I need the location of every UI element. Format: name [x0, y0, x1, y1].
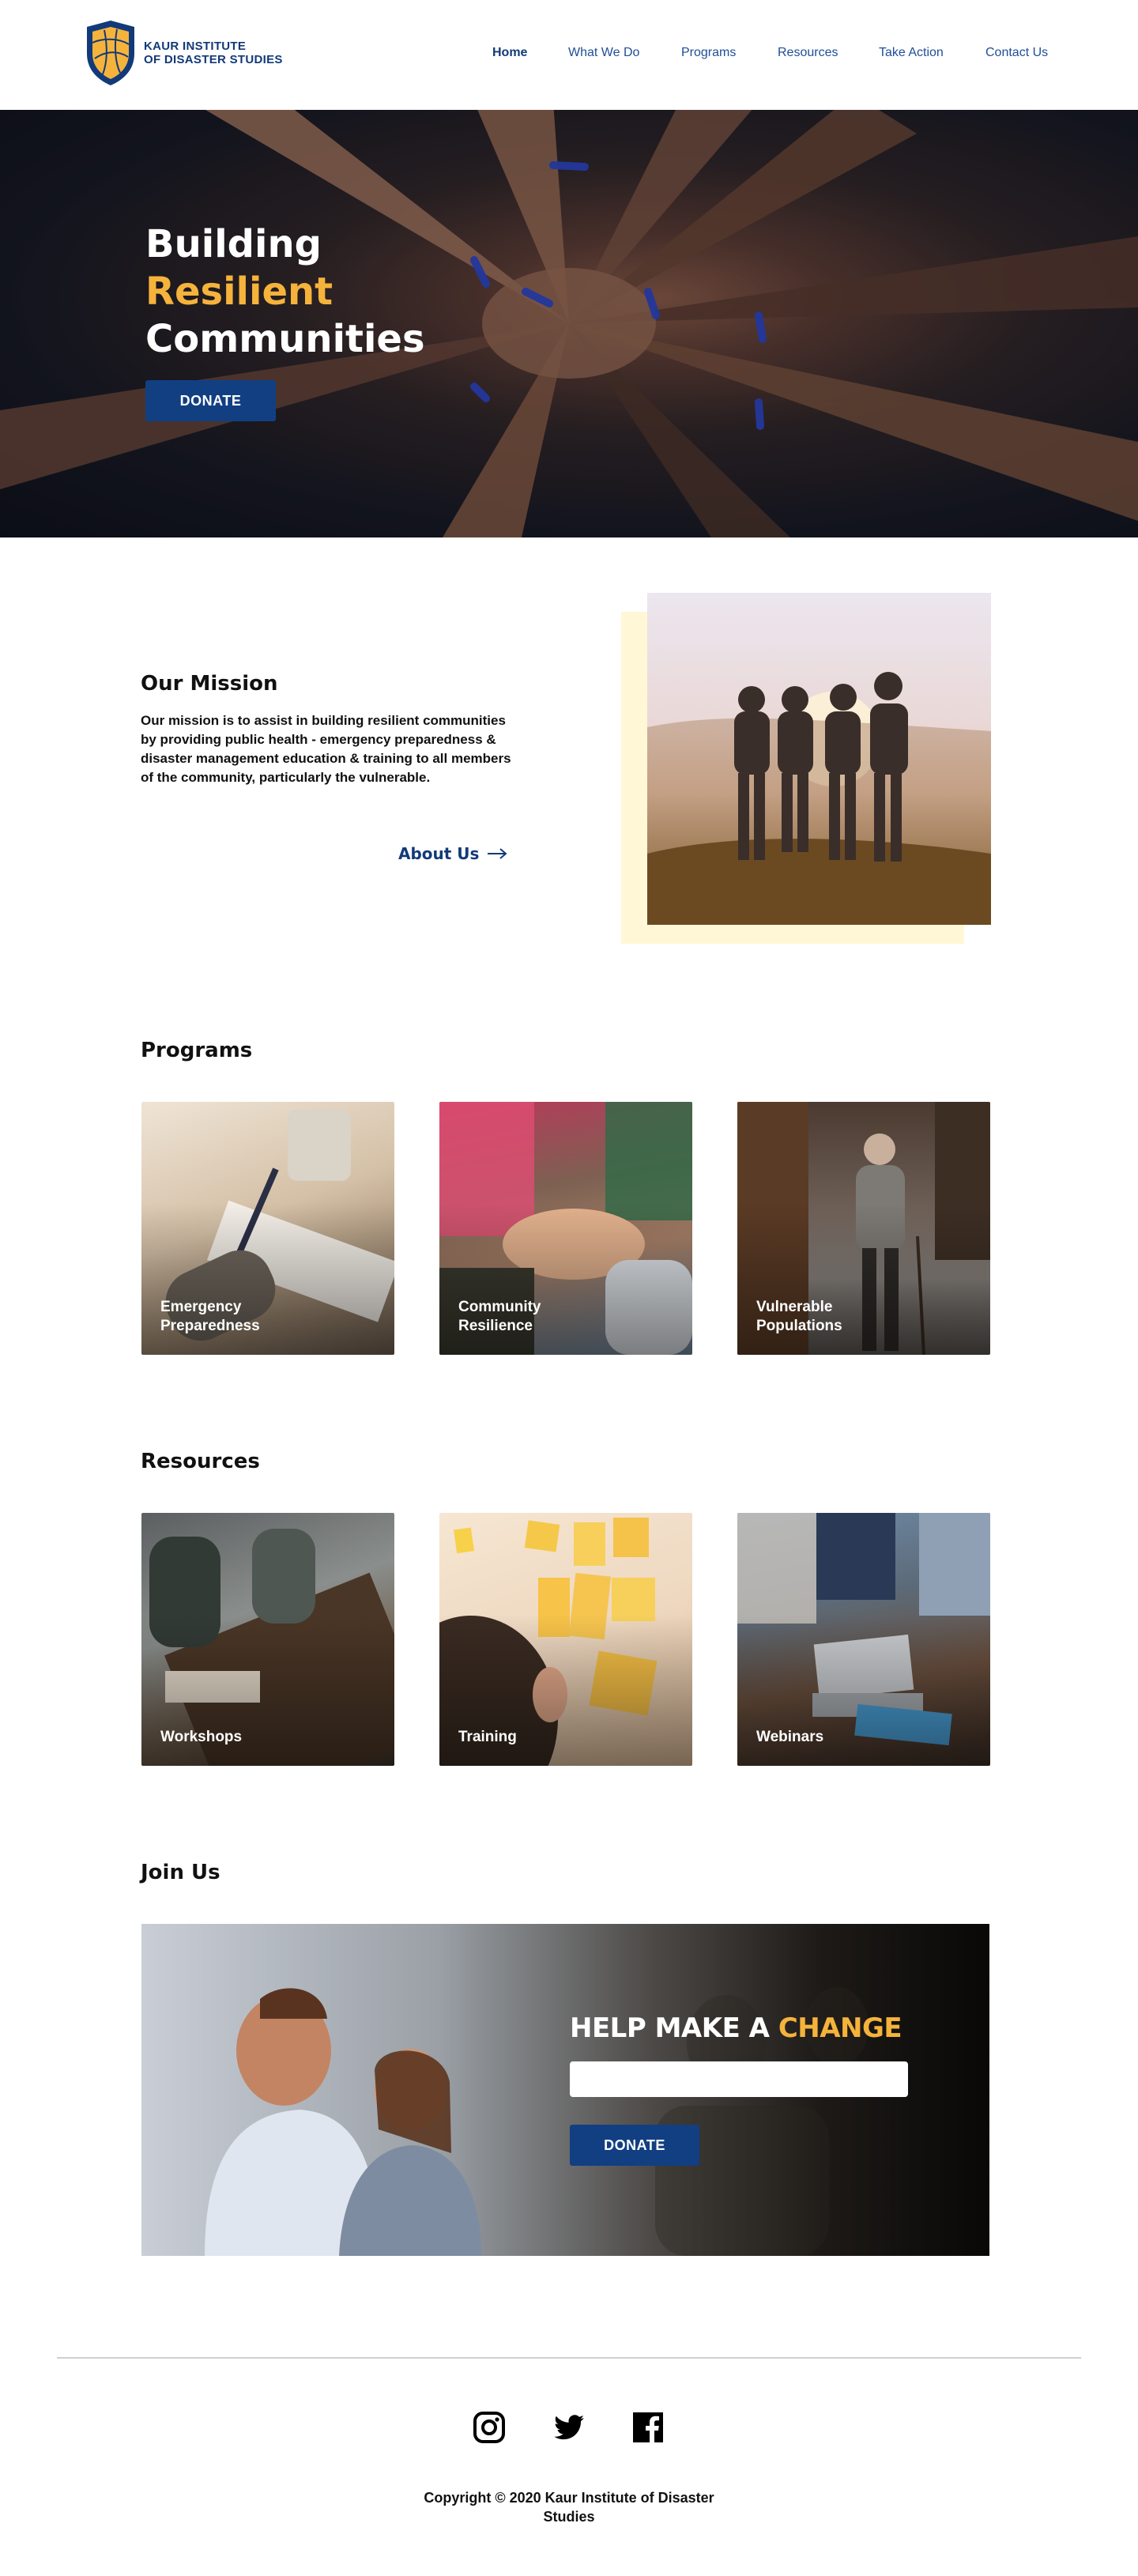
- join-email-input[interactable]: [570, 2061, 908, 2097]
- program-card-label: Community Resilience: [458, 1299, 541, 1334]
- join-title: Join Us: [141, 1861, 220, 1884]
- nav-take-action[interactable]: Take Action: [879, 46, 944, 60]
- join-heading-accent: CHANGE: [778, 2012, 902, 2044]
- resource-card-label: Webinars: [756, 1729, 824, 1745]
- about-us-label: About Us: [398, 844, 480, 863]
- site-header: KAUR INSTITUTE OF DISASTER STUDIES Home …: [0, 0, 1138, 110]
- resource-card-label: Workshops: [160, 1729, 243, 1745]
- program-card-vulnerable-populations[interactable]: Vulnerable Populations: [737, 1102, 990, 1355]
- hero-title: Building Resilient Communities: [145, 221, 425, 363]
- mission-text: Our mission is to assist in building res…: [141, 713, 511, 785]
- resource-card-training[interactable]: Training: [439, 1513, 692, 1766]
- facebook-icon[interactable]: [631, 2411, 665, 2444]
- arrow-right-icon: [488, 848, 507, 859]
- main-nav: Home What We Do Programs Resources Take …: [0, 46, 1138, 65]
- hero-donate-button[interactable]: DONATE: [145, 380, 276, 421]
- resource-card-webinars[interactable]: Webinars: [737, 1513, 990, 1766]
- mission-title: Our Mission: [141, 672, 278, 696]
- hero-title-line-1: Building: [145, 222, 322, 266]
- resource-card-workshops[interactable]: Workshops: [141, 1513, 394, 1766]
- resources-title: Resources: [141, 1450, 260, 1473]
- mission-photo: [647, 593, 991, 925]
- resource-card-label: Training: [458, 1729, 517, 1745]
- hero-title-line-3: Communities: [145, 317, 425, 361]
- join-donate-button[interactable]: DONATE: [570, 2125, 699, 2166]
- nav-home[interactable]: Home: [492, 46, 527, 60]
- about-us-link[interactable]: About Us: [398, 844, 507, 863]
- copyright-text: Copyright © 2020 Kaur Institute of Disas…: [424, 2490, 714, 2525]
- twitter-icon[interactable]: [552, 2411, 586, 2444]
- program-card-emergency-preparedness[interactable]: Emergency Preparedness: [141, 1102, 394, 1355]
- join-banner: HELP MAKE A CHANGE DONATE: [141, 1924, 989, 2256]
- nav-resources[interactable]: Resources: [778, 46, 838, 60]
- nav-contact-us[interactable]: Contact Us: [985, 46, 1048, 60]
- hero-banner: Building Resilient Communities DONATE: [0, 110, 1138, 537]
- join-heading: HELP MAKE A CHANGE: [570, 2012, 902, 2044]
- program-card-community-resilience[interactable]: Community Resilience: [439, 1102, 692, 1355]
- join-heading-main: HELP MAKE A: [570, 2012, 778, 2044]
- footer-divider: [57, 2357, 1081, 2359]
- nav-programs[interactable]: Programs: [681, 46, 736, 60]
- program-card-label: Vulnerable Populations: [756, 1299, 842, 1334]
- nav-what-we-do[interactable]: What We Do: [568, 46, 639, 60]
- programs-title: Programs: [141, 1039, 253, 1062]
- instagram-icon[interactable]: [473, 2411, 506, 2444]
- hero-title-line-2: Resilient: [145, 270, 333, 314]
- program-card-label: Emergency Preparedness: [160, 1299, 260, 1334]
